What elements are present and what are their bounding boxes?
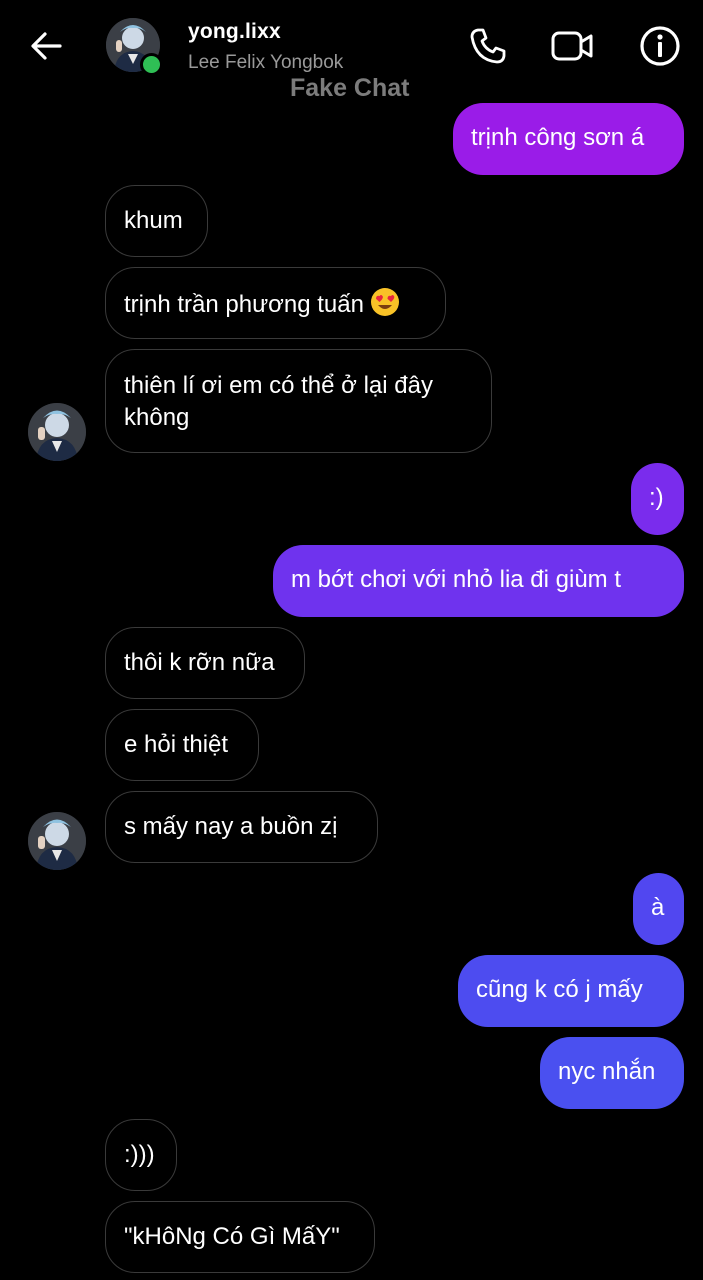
sender-avatar[interactable] [28, 812, 86, 870]
message-text-line: thiên lí ơi em có thể ở lại đây [124, 372, 433, 399]
message-text-line: không [124, 404, 190, 431]
profile-photo [28, 403, 86, 461]
incoming-message[interactable]: s mấy nay a buồn zị [105, 791, 378, 863]
incoming-message[interactable]: khum [105, 185, 208, 257]
heart-eyes-emoji [370, 288, 399, 316]
profile-photo [28, 812, 86, 870]
outgoing-message[interactable]: m bớt chơi với nhỏ lia đi giùm t [273, 545, 684, 617]
incoming-message[interactable]: trịnh trần phương tuấn [105, 267, 446, 339]
info-icon[interactable] [638, 24, 682, 68]
incoming-message[interactable]: :))) [105, 1119, 177, 1191]
phone-icon[interactable] [466, 24, 510, 68]
outgoing-message[interactable]: trịnh công sơn á [453, 103, 684, 175]
outgoing-message[interactable]: nyc nhắn [540, 1037, 684, 1109]
chat-screen: yong.lixx Lee Felix Yongbok Fake Chat tr… [0, 0, 703, 1280]
arrow-left-icon[interactable] [26, 26, 66, 66]
chat-header: yong.lixx Lee Felix Yongbok Fake Chat [0, 0, 703, 102]
sender-avatar[interactable] [28, 403, 86, 461]
chat-full-name: Lee Felix Yongbok [188, 52, 344, 73]
incoming-message[interactable]: thôi k rỡn nữa [105, 627, 305, 699]
incoming-message[interactable]: e hỏi thiệt [105, 709, 259, 781]
outgoing-message[interactable]: à [633, 873, 684, 945]
incoming-message[interactable]: "kHôNg Có Gì MấY" [105, 1201, 375, 1273]
message-text: trịnh trần phương tuấn [124, 291, 364, 318]
outgoing-message[interactable]: cũng k có j mấy [458, 955, 684, 1027]
incoming-message[interactable]: thiên lí ơi em có thể ở lại đây không [105, 349, 492, 453]
watermark: Fake Chat [290, 74, 410, 102]
outgoing-message[interactable]: :) [631, 463, 684, 535]
video-camera-icon[interactable] [550, 24, 594, 68]
chat-username[interactable]: yong.lixx [188, 20, 281, 44]
online-status-dot [140, 53, 163, 76]
